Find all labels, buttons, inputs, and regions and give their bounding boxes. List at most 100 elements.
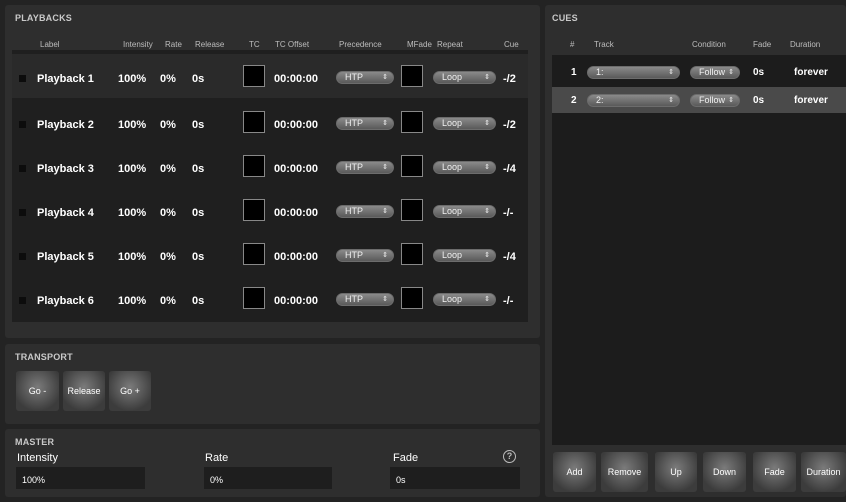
playback-rate[interactable]: 0%	[160, 119, 176, 131]
tc-checkbox[interactable]	[243, 111, 265, 133]
master-intensity-field[interactable]: 100%	[16, 467, 145, 489]
repeat-value: Loop	[442, 118, 463, 128]
mfade-checkbox[interactable]	[401, 155, 423, 177]
precedence-select[interactable]: HTP ⇕	[336, 161, 394, 174]
playback-indicator	[19, 297, 26, 304]
select-arrows-icon: ⇕	[382, 296, 388, 303]
playback-release[interactable]: 0s	[192, 207, 204, 219]
playback-intensity[interactable]: 100%	[118, 295, 146, 307]
playback-tc-offset[interactable]: 00:00:00	[274, 295, 318, 307]
mfade-checkbox[interactable]	[401, 111, 423, 133]
playback-intensity[interactable]: 100%	[118, 73, 146, 85]
playback-release[interactable]: 0s	[192, 119, 204, 131]
repeat-select[interactable]: Loop ⇕	[433, 293, 496, 306]
add-cue-button[interactable]: Add	[553, 452, 596, 492]
precedence-select[interactable]: HTP ⇕	[336, 249, 394, 262]
playback-rate[interactable]: 0%	[160, 251, 176, 263]
repeat-select[interactable]: Loop ⇕	[433, 117, 496, 130]
precedence-select[interactable]: HTP ⇕	[336, 117, 394, 130]
precedence-value: HTP	[345, 72, 363, 82]
go-minus-button[interactable]: Go -	[16, 371, 59, 411]
precedence-value: HTP	[345, 162, 363, 172]
condition-select[interactable]: Follow ⇕	[690, 66, 740, 79]
go-plus-button[interactable]: Go +	[109, 371, 151, 411]
playback-cue: -/4	[503, 163, 516, 175]
playback-row[interactable]: Playback 6 100% 0% 0s 00:00:00 HTP ⇕ Loop…	[12, 276, 528, 320]
playback-rate[interactable]: 0%	[160, 73, 176, 85]
tc-checkbox[interactable]	[243, 65, 265, 87]
select-arrows-icon: ⇕	[728, 69, 734, 76]
col-cue-num: #	[570, 40, 575, 49]
playback-tc-offset[interactable]: 00:00:00	[274, 119, 318, 131]
cue-fade-button[interactable]: Fade	[753, 452, 796, 492]
playback-release[interactable]: 0s	[192, 295, 204, 307]
precedence-select[interactable]: HTP ⇕	[336, 205, 394, 218]
track-select[interactable]: 1: ⇕	[587, 66, 680, 79]
cue-fade[interactable]: 0s	[753, 67, 764, 78]
cue-duration[interactable]: forever	[794, 67, 828, 78]
remove-cue-button[interactable]: Remove	[601, 452, 648, 492]
playback-intensity[interactable]: 100%	[118, 163, 146, 175]
tc-checkbox[interactable]	[243, 287, 265, 309]
playback-intensity[interactable]: 100%	[118, 207, 146, 219]
master-title: MASTER	[15, 437, 55, 447]
repeat-select[interactable]: Loop ⇕	[433, 71, 496, 84]
playback-row[interactable]: Playback 4 100% 0% 0s 00:00:00 HTP ⇕ Loop…	[12, 188, 528, 232]
playback-release[interactable]: 0s	[192, 73, 204, 85]
repeat-select[interactable]: Loop ⇕	[433, 205, 496, 218]
master-fade-field[interactable]: 0s	[390, 467, 520, 489]
cue-row[interactable]: 1 1: ⇕ Follow ⇕ 0s forever	[552, 59, 846, 85]
playback-label[interactable]: Playback 1	[37, 73, 94, 85]
playback-rate[interactable]: 0%	[160, 295, 176, 307]
repeat-select[interactable]: Loop ⇕	[433, 161, 496, 174]
playback-rate[interactable]: 0%	[160, 163, 176, 175]
playback-label[interactable]: Playback 4	[37, 207, 94, 219]
cue-down-button[interactable]: Down	[703, 452, 746, 492]
playback-release[interactable]: 0s	[192, 251, 204, 263]
track-select[interactable]: 2: ⇕	[587, 94, 680, 107]
tc-checkbox[interactable]	[243, 243, 265, 265]
cue-duration[interactable]: forever	[794, 95, 828, 106]
select-arrows-icon: ⇕	[668, 69, 674, 76]
repeat-value: Loop	[442, 72, 463, 82]
col-condition: Condition	[692, 40, 726, 49]
playback-row[interactable]: Playback 5 100% 0% 0s 00:00:00 HTP ⇕ Loop…	[12, 232, 528, 276]
repeat-value: Loop	[442, 162, 463, 172]
help-icon[interactable]: ?	[503, 450, 516, 463]
tc-checkbox[interactable]	[243, 199, 265, 221]
col-label: Label	[40, 40, 60, 49]
repeat-select[interactable]: Loop ⇕	[433, 249, 496, 262]
cue-fade[interactable]: 0s	[753, 95, 764, 106]
mfade-checkbox[interactable]	[401, 65, 423, 87]
playback-row[interactable]: Playback 2 100% 0% 0s 00:00:00 HTP ⇕ Loop…	[12, 100, 528, 144]
playback-release[interactable]: 0s	[192, 163, 204, 175]
playback-tc-offset[interactable]: 00:00:00	[274, 207, 318, 219]
cue-up-button[interactable]: Up	[655, 452, 697, 492]
precedence-select[interactable]: HTP ⇕	[336, 293, 394, 306]
playback-label[interactable]: Playback 3	[37, 163, 94, 175]
master-rate-field[interactable]: 0%	[204, 467, 332, 489]
precedence-select[interactable]: HTP ⇕	[336, 71, 394, 84]
cue-row[interactable]: 2 2: ⇕ Follow ⇕ 0s forever	[552, 87, 846, 113]
playback-row[interactable]: Playback 1 100% 0% 0s 00:00:00 HTP ⇕ Loop…	[12, 54, 528, 98]
mfade-checkbox[interactable]	[401, 243, 423, 265]
playback-tc-offset[interactable]: 00:00:00	[274, 251, 318, 263]
track-value: 1:	[596, 67, 604, 77]
playback-row[interactable]: Playback 3 100% 0% 0s 00:00:00 HTP ⇕ Loop…	[12, 144, 528, 188]
cue-duration-button[interactable]: Duration	[801, 452, 846, 492]
playback-label[interactable]: Playback 6	[37, 295, 94, 307]
playback-intensity[interactable]: 100%	[118, 251, 146, 263]
select-arrows-icon: ⇕	[484, 164, 490, 171]
playback-label[interactable]: Playback 2	[37, 119, 94, 131]
playback-label[interactable]: Playback 5	[37, 251, 94, 263]
playback-tc-offset[interactable]: 00:00:00	[274, 73, 318, 85]
mfade-checkbox[interactable]	[401, 287, 423, 309]
playback-tc-offset[interactable]: 00:00:00	[274, 163, 318, 175]
playback-intensity[interactable]: 100%	[118, 119, 146, 131]
mfade-checkbox[interactable]	[401, 199, 423, 221]
condition-select[interactable]: Follow ⇕	[690, 94, 740, 107]
col-rate: Rate	[165, 40, 182, 49]
tc-checkbox[interactable]	[243, 155, 265, 177]
release-button[interactable]: Release	[63, 371, 105, 411]
playback-rate[interactable]: 0%	[160, 207, 176, 219]
